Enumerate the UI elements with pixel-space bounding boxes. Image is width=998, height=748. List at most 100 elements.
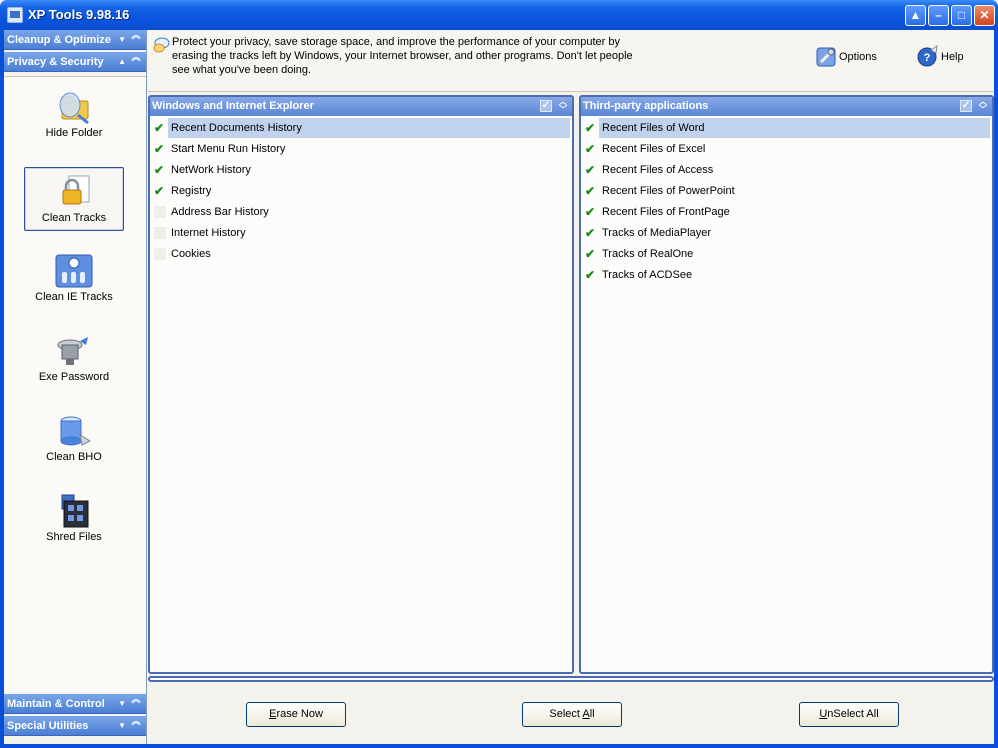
checkmark-icon[interactable]: ✔ xyxy=(585,248,597,260)
privacy-tools-list: Hide Folder Clean Tracks Clean IE Tracks… xyxy=(4,76,146,692)
list-item[interactable]: Address Bar History xyxy=(150,202,572,222)
list-item-label: Tracks of RealOne xyxy=(602,248,694,260)
chevron-down-icon: ▼ xyxy=(118,721,126,730)
list-item[interactable]: ✔ Tracks of ACDSee xyxy=(581,265,992,285)
ie-tracks-icon xyxy=(55,254,93,288)
nav-item-label: Clean IE Tracks xyxy=(35,291,113,303)
category-label: Cleanup & Optimize xyxy=(7,34,111,46)
third-party-panel: Third-party applications ✓ ︿ ﹀ ✔ Recent Fi… xyxy=(579,95,994,674)
lock-document-icon xyxy=(62,175,90,205)
list-item-label: Recent Documents History xyxy=(168,118,570,138)
button-label: ll xyxy=(589,708,595,720)
checkbox-unchecked[interactable] xyxy=(154,227,166,239)
checkmark-icon[interactable]: ✔ xyxy=(154,122,166,134)
list-item[interactable]: ✔ Recent Files of Access xyxy=(581,160,992,180)
hide-folder-icon xyxy=(59,92,89,125)
check-all-icon[interactable]: ✓ xyxy=(960,100,972,112)
category-cleanup-optimize[interactable]: Cleanup & Optimize ▼ ︽ xyxy=(4,30,146,50)
category-label: Privacy & Security xyxy=(7,56,104,68)
collapse-expand-icon[interactable]: ︿ ﹀ xyxy=(557,98,569,114)
check-all-icon[interactable]: ✓ xyxy=(540,100,552,112)
nav-item-clean-bho[interactable]: Clean BHO xyxy=(24,407,124,471)
exe-password-icon xyxy=(57,337,88,365)
windows-ie-panel: Windows and Internet Explorer ✓ ︿ ﹀ ✔ Rece… xyxy=(148,95,574,674)
nav-item-label: Clean Tracks xyxy=(41,212,107,224)
double-chevron-up-icon[interactable]: ︽ xyxy=(129,31,143,47)
panel-header: Windows and Internet Explorer ✓ ︿ ﹀ xyxy=(150,97,572,116)
checkmark-icon[interactable]: ✔ xyxy=(154,164,166,176)
list-item-label: Recent Files of PowerPoint xyxy=(602,185,735,197)
help-icon: ? xyxy=(917,44,938,67)
nav-item-label: Shred Files xyxy=(46,531,102,543)
left-navigation: Cleanup & Optimize ▼ ︽ Privacy & Securit… xyxy=(4,30,147,744)
nav-item-label: Exe Password xyxy=(38,371,110,383)
button-label: nSelect All xyxy=(827,708,879,720)
select-all-button[interactable]: Select All xyxy=(522,702,622,727)
list-item[interactable]: ✔ NetWork History xyxy=(150,160,572,180)
list-item[interactable]: ✔ Tracks of MediaPlayer xyxy=(581,223,992,243)
collapse-expand-icon[interactable]: ︿ ﹀ xyxy=(977,98,989,114)
double-chevron-up-icon[interactable]: ︽ xyxy=(129,695,143,711)
list-item[interactable]: ✔ Start Menu Run History xyxy=(150,139,572,159)
minimize-button[interactable]: – xyxy=(928,5,949,26)
list-item[interactable]: ✔ Tracks of RealOne xyxy=(581,244,992,264)
svg-text:?: ? xyxy=(924,52,931,64)
panel-title: Windows and Internet Explorer xyxy=(152,100,314,112)
category-privacy-security[interactable]: Privacy & Security ▲ ︽ xyxy=(4,52,146,72)
app-icon[interactable] xyxy=(7,7,23,23)
options-label: Options xyxy=(839,51,877,63)
panel-title: Third-party applications xyxy=(583,100,709,112)
nav-item-hide-folder[interactable]: Hide Folder xyxy=(24,83,124,147)
list-item-label: Tracks of MediaPlayer xyxy=(602,227,712,239)
checkmark-icon[interactable]: ✔ xyxy=(585,122,597,134)
button-label: Select xyxy=(549,708,583,720)
help-label: Help xyxy=(941,51,964,63)
category-maintain-control[interactable]: Maintain & Control ▼ ︽ xyxy=(4,694,146,714)
nav-item-clean-ie-tracks[interactable]: Clean IE Tracks xyxy=(24,247,124,311)
title-bar[interactable]: XP Tools 9.98.16 ▲ – □ ✕ xyxy=(0,0,998,30)
chevron-down-icon: ▼ xyxy=(118,699,126,708)
list-item[interactable]: Internet History xyxy=(150,223,572,243)
close-button[interactable]: ✕ xyxy=(974,5,995,26)
list-item[interactable]: ✔ Recent Files of Excel xyxy=(581,139,992,159)
list-item-label: Cookies xyxy=(171,248,211,260)
checkbox-unchecked[interactable] xyxy=(154,248,166,260)
list-item[interactable]: ✔ Recent Files of FrontPage xyxy=(581,202,992,222)
checkmark-icon[interactable]: ✔ xyxy=(585,227,597,239)
list-item-label: Recent Files of Access xyxy=(602,164,714,176)
list-item[interactable]: ✔ Recent Files of Word xyxy=(581,118,992,138)
checkmark-icon[interactable]: ✔ xyxy=(585,206,597,218)
checkbox-unchecked[interactable] xyxy=(154,206,166,218)
list-item-label: Registry xyxy=(171,185,212,197)
double-chevron-up-icon[interactable]: ︽ xyxy=(129,717,143,733)
double-chevron-up-icon[interactable]: ︽ xyxy=(129,53,143,69)
nav-item-label: Clean BHO xyxy=(46,451,102,463)
list-item-label: Internet History xyxy=(171,227,246,239)
checkmark-icon[interactable]: ✔ xyxy=(585,185,597,197)
splitter[interactable] xyxy=(148,676,994,682)
rollup-button[interactable]: ▲ xyxy=(905,5,926,26)
list-item[interactable]: ✔ Registry xyxy=(150,181,572,201)
mnemonic: A xyxy=(582,708,590,720)
list-item-label: Recent Files of Excel xyxy=(602,143,706,155)
erase-now-button[interactable]: Erase Now xyxy=(246,702,346,727)
checkmark-icon[interactable]: ✔ xyxy=(585,143,597,155)
list-item[interactable]: Cookies xyxy=(150,244,572,264)
nav-item-shred-files[interactable]: Shred Files xyxy=(24,487,124,551)
nav-item-label: Hide Folder xyxy=(45,127,103,139)
list-item[interactable]: ✔ Recent Files of PowerPoint xyxy=(581,181,992,201)
checkmark-icon[interactable]: ✔ xyxy=(585,269,597,281)
maximize-button[interactable]: □ xyxy=(951,5,972,26)
category-special-utilities[interactable]: Special Utilities ▼ ︽ xyxy=(4,716,146,736)
window-title: XP Tools 9.98.16 xyxy=(28,7,130,22)
info-bar: Protect your privacy, save storage space… xyxy=(148,30,994,92)
checkmark-icon[interactable]: ✔ xyxy=(585,164,597,176)
checkmark-icon[interactable]: ✔ xyxy=(154,185,166,197)
checkmark-icon[interactable]: ✔ xyxy=(154,143,166,155)
unselect-all-button[interactable]: UnSelect All xyxy=(799,702,899,727)
list-item[interactable]: ✔ Recent Documents History xyxy=(150,118,572,138)
category-label: Maintain & Control xyxy=(7,698,105,710)
shred-files-icon xyxy=(61,494,89,528)
nav-item-exe-password[interactable]: Exe Password xyxy=(24,327,124,391)
nav-item-clean-tracks[interactable]: Clean Tracks xyxy=(24,167,124,231)
